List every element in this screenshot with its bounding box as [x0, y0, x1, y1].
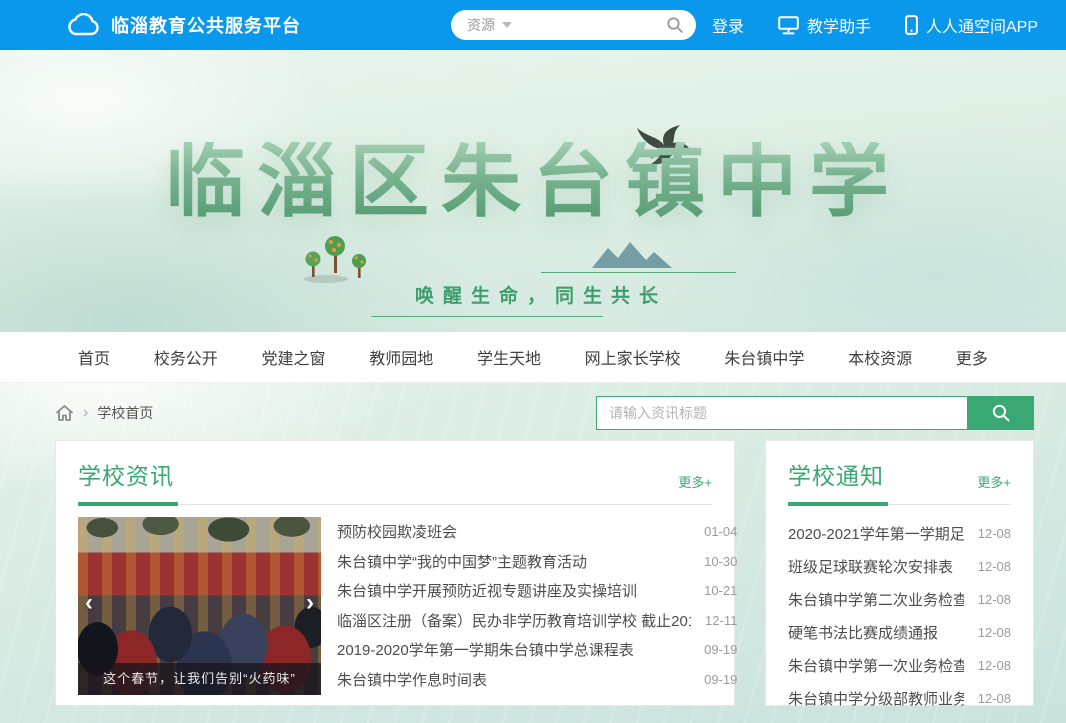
carousel-caption[interactable]: 这个春节，让我们告别“火药味”: [78, 663, 321, 695]
school-banner: 临淄区朱台镇中学 唤醒生命，同生共长: [0, 50, 1066, 332]
top-links: 登录 教学助手 人人通空间APP: [712, 13, 1038, 37]
school-notice-title: 学校通知: [788, 457, 884, 491]
news-item-date: 09-19: [704, 672, 737, 687]
nav-item-parent-school[interactable]: 网上家长学校: [585, 345, 681, 369]
breadcrumb-row: › 学校首页: [0, 383, 1066, 430]
notice-item-date: 12-08: [978, 691, 1011, 706]
nav-item-zhutai-middle-school[interactable]: 朱台镇中学: [724, 345, 804, 369]
breadcrumb-separator-icon: ›: [83, 404, 88, 422]
notice-item[interactable]: 朱台镇中学分级部教师业务展 12-08: [788, 682, 1011, 715]
platform-title: 临淄教育公共服务平台: [111, 12, 301, 38]
teaching-assistant-link[interactable]: 教学助手: [778, 13, 871, 37]
nav-item-teacher-garden[interactable]: 教师园地: [369, 345, 433, 369]
notice-item-title[interactable]: 朱台镇中学分级部教师业务展: [788, 688, 964, 709]
panel-divider: [788, 503, 1011, 507]
carousel-next-icon[interactable]: ›: [306, 589, 314, 617]
nav-item-more[interactable]: 更多: [956, 345, 988, 369]
notice-item-date: 12-08: [978, 526, 1011, 541]
news-item-date: 12-11: [705, 613, 737, 628]
renrentong-app-label: 人人通空间APP: [926, 13, 1038, 37]
notice-item-title[interactable]: 硬笔书法比赛成绩通报: [788, 622, 938, 643]
news-item[interactable]: 朱台镇中学作息时间表 09-19: [337, 665, 737, 695]
platform-brand[interactable]: 临淄教育公共服务平台: [66, 12, 301, 38]
news-list: 预防校园欺凌班会 01-04 朱台镇中学“我的中国梦”主题教育活动 10-30 …: [337, 517, 737, 695]
news-item-title[interactable]: 2019-2020学年第一学期朱台镇中学总课程表: [337, 639, 634, 660]
breadcrumb: › 学校首页: [55, 403, 153, 423]
news-item-title[interactable]: 临淄区注册（备案）民办非学历教育培训学校 截止2019: [337, 610, 691, 631]
breadcrumb-current[interactable]: 学校首页: [97, 403, 153, 423]
news-item-date: 01-04: [704, 524, 737, 539]
notice-item-title[interactable]: 朱台镇中学第一次业务检查的: [788, 655, 964, 676]
teaching-assistant-label: 教学助手: [807, 13, 871, 37]
mountains-illustration: [592, 242, 672, 268]
news-item[interactable]: 预防校园欺凌班会 01-04: [337, 517, 737, 547]
content-area: › 学校首页 学校资讯 更多+ 这个春节: [0, 383, 1066, 723]
banner-slogan: 唤醒生命，同生共长: [341, 272, 741, 317]
school-notice-more-link[interactable]: 更多+: [977, 472, 1011, 491]
search-icon: [991, 403, 1011, 423]
news-item[interactable]: 朱台镇中学“我的中国梦”主题教育活动 10-30: [337, 547, 737, 577]
carousel-prev-icon[interactable]: ‹: [85, 589, 93, 617]
news-item[interactable]: 朱台镇中学开展预防近视专题讲座及实操培训 10-21: [337, 576, 737, 606]
notice-item[interactable]: 朱台镇中学第二次业务检查的 12-08: [788, 583, 1011, 616]
news-carousel[interactable]: 这个春节，让我们告别“火药味” ‹ ›: [78, 517, 321, 695]
news-item-date: 10-30: [704, 554, 737, 569]
panels-row: 学校资讯 更多+ 这个春节，让我们告别“火药味” ‹ › 预防校园欺凌班会 01…: [0, 430, 1066, 706]
notice-item[interactable]: 朱台镇中学第一次业务检查的 12-08: [788, 649, 1011, 682]
news-item-date: 09-19: [704, 642, 737, 657]
slogan-line-bottom: [371, 316, 603, 317]
chevron-down-icon: [502, 22, 512, 28]
school-news-more-link[interactable]: 更多+: [678, 472, 712, 491]
nav-item-student-world[interactable]: 学生天地: [477, 345, 541, 369]
news-item-title[interactable]: 朱台镇中学作息时间表: [337, 669, 487, 690]
school-news-title: 学校资讯: [78, 457, 174, 491]
news-search-button[interactable]: [968, 396, 1034, 430]
smartphone-icon: [905, 15, 918, 35]
school-news-panel: 学校资讯 更多+ 这个春节，让我们告别“火药味” ‹ › 预防校园欺凌班会 01…: [55, 440, 735, 706]
news-search: [596, 396, 1034, 430]
notice-item-date: 12-08: [978, 658, 1011, 673]
notice-item[interactable]: 班级足球联赛轮次安排表 12-08: [788, 550, 1011, 583]
school-name-title: 临淄区朱台镇中学: [0, 142, 1066, 222]
notice-item-title[interactable]: 2020-2021学年第一学期足球: [788, 523, 964, 544]
global-search-bar[interactable]: 资源: [451, 10, 696, 40]
nav-item-home[interactable]: 首页: [78, 345, 110, 369]
notice-item[interactable]: 2020-2021学年第一学期足球 12-08: [788, 517, 1011, 550]
search-scope-select[interactable]: 资源: [467, 15, 495, 35]
nav-item-party-building[interactable]: 党建之窗: [261, 345, 325, 369]
notice-item-date: 12-08: [978, 625, 1011, 640]
login-button[interactable]: 登录: [712, 13, 744, 37]
slogan-text: 唤醒生命，同生共长: [341, 281, 741, 308]
nav-item-school-resources[interactable]: 本校资源: [848, 345, 912, 369]
notice-item-title[interactable]: 朱台镇中学第二次业务检查的: [788, 589, 964, 610]
notice-item-title[interactable]: 班级足球联赛轮次安排表: [788, 556, 953, 577]
news-item[interactable]: 临淄区注册（备案）民办非学历教育培训学校 截止2019 12-11: [337, 606, 737, 636]
notice-item-date: 12-08: [978, 592, 1011, 607]
news-item-title[interactable]: 预防校园欺凌班会: [337, 521, 457, 542]
home-icon[interactable]: [55, 404, 74, 422]
news-item-title[interactable]: 朱台镇中学开展预防近视专题讲座及实操培训: [337, 580, 637, 601]
notice-item[interactable]: 硬笔书法比赛成绩通报 12-08: [788, 616, 1011, 649]
notice-item-date: 12-08: [978, 559, 1011, 574]
news-item[interactable]: 2019-2020学年第一学期朱台镇中学总课程表 09-19: [337, 635, 737, 665]
news-item-date: 10-21: [704, 583, 737, 598]
login-label: 登录: [712, 13, 744, 37]
top-bar: 临淄教育公共服务平台 资源 登录 教学助手 人人通空间APP: [0, 0, 1066, 50]
school-news-header: 学校资讯 更多+: [78, 457, 712, 491]
nav-item-school-affairs[interactable]: 校务公开: [154, 345, 218, 369]
monitor-icon: [778, 16, 799, 35]
school-news-body: 这个春节，让我们告别“火药味” ‹ › 预防校园欺凌班会 01-04 朱台镇中学…: [78, 517, 712, 695]
main-navigation: 首页 校务公开 党建之窗 教师园地 学生天地 网上家长学校 朱台镇中学 本校资源…: [0, 332, 1066, 383]
slogan-line-top: [541, 272, 736, 273]
news-search-input[interactable]: [596, 396, 968, 430]
renrentong-app-link[interactable]: 人人通空间APP: [905, 13, 1038, 37]
school-notice-header: 学校通知 更多+: [788, 457, 1011, 491]
search-icon[interactable]: [666, 16, 684, 34]
news-item-title[interactable]: 朱台镇中学“我的中国梦”主题教育活动: [337, 551, 587, 572]
cloud-logo-icon: [66, 13, 100, 37]
panel-divider: [78, 503, 712, 507]
school-notice-panel: 学校通知 更多+ 2020-2021学年第一学期足球 12-08 班级足球联赛轮…: [765, 440, 1034, 706]
notice-list: 2020-2021学年第一学期足球 12-08 班级足球联赛轮次安排表 12-0…: [788, 517, 1011, 715]
